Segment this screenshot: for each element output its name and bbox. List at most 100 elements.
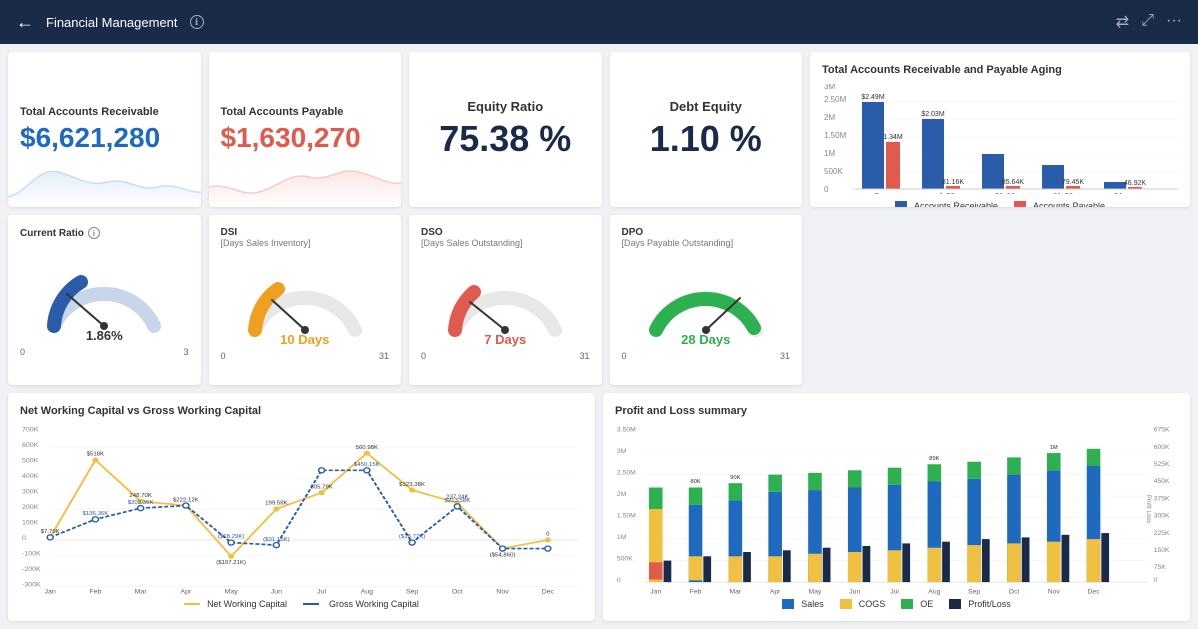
svg-text:Sep: Sep	[968, 589, 981, 595]
svg-text:400K: 400K	[22, 473, 39, 479]
svg-text:200K: 200K	[22, 504, 39, 510]
info-icon[interactable]: ℹ	[190, 15, 204, 29]
bar-130-ar	[922, 119, 944, 189]
gauge-dsi: DSI [Days Sales Inventory] 10 Days 0 31	[209, 215, 402, 385]
gauge-dpo-svg	[641, 260, 771, 340]
gauge-current-ratio: Current Ratio i 1.86% 0 3	[8, 215, 201, 385]
svg-text:$2.03M: $2.03M	[921, 111, 945, 118]
svg-text:75K: 75K	[1154, 565, 1167, 572]
svg-text:$2.49M: $2.49M	[861, 94, 885, 101]
gauge-dso-title: DSO	[421, 227, 443, 238]
kpi-ar-value: $6,621,280	[20, 122, 189, 154]
svg-text:85.64K: 85.64K	[1002, 179, 1025, 186]
svg-text:Jul: Jul	[317, 589, 327, 595]
bar-jan-oe	[649, 488, 663, 510]
aging-chart-card: Total Accounts Receivable and Payable Ag…	[810, 52, 1190, 207]
svg-text:700K: 700K	[22, 427, 39, 433]
bar-dec-oe	[1087, 449, 1101, 466]
svg-text:500K: 500K	[824, 167, 843, 176]
bar-jun-cogs	[848, 552, 862, 582]
svg-text:$213.58K: $213.58K	[444, 498, 470, 504]
gauge-dpo-value: 28 Days	[681, 332, 730, 347]
svg-text:$203.36K: $203.36K	[128, 500, 154, 506]
app-title: Financial Management	[46, 15, 178, 30]
svg-text:Mar: Mar	[730, 589, 743, 595]
aging-chart: 0 500K 1M 1.50M 2M 2.50M 3M $2.49M	[822, 84, 1178, 194]
gauge-dpo-range: 0 31	[622, 351, 791, 361]
svg-text:1.50M: 1.50M	[617, 513, 636, 520]
kpi-ar-title: Total Accounts Receivable	[20, 106, 189, 118]
svg-text:500K: 500K	[617, 556, 634, 563]
svg-text:2.50M: 2.50M	[824, 95, 847, 104]
kpi-equity-ratio: Equity Ratio 75.38 %	[409, 52, 602, 207]
svg-text:Nov: Nov	[1048, 589, 1061, 595]
legend-pl: Profit/Loss	[949, 599, 1011, 609]
gauge-dso-svg	[440, 260, 570, 340]
svg-text:150K: 150K	[1154, 547, 1171, 554]
svg-text:Nov: Nov	[496, 589, 509, 595]
svg-text:Dec: Dec	[542, 589, 555, 595]
bar-oct-oe	[1007, 457, 1021, 474]
bar-feb-oe	[689, 488, 703, 505]
kpi-debt-title: Debt Equity	[670, 99, 742, 114]
dashboard: Total Accounts Receivable $6,621,280 Tot…	[0, 44, 1198, 629]
svg-text:2.50M: 2.50M	[617, 470, 636, 477]
svg-text:$518K: $518K	[87, 452, 105, 458]
pnl-legend: Sales COGS OE Profit/Loss	[615, 599, 1178, 609]
row1: Total Accounts Receivable $6,621,280 Tot…	[8, 52, 1190, 207]
svg-text:248.70K: 248.70K	[129, 493, 152, 499]
svg-text:Aug: Aug	[928, 589, 941, 595]
legend-sales: Sales	[782, 599, 824, 609]
pnl-chart-area: 3.50M 3M 2.50M 2M 1.50M 1M 500K 0 675K 6…	[615, 423, 1178, 609]
svg-text:305.79K: 305.79K	[310, 485, 333, 491]
svg-text:-200K: -200K	[22, 566, 41, 572]
pnl-title: Profit and Loss summary	[615, 405, 1178, 417]
gauge-dso-subtitle: [Days Sales Outstanding]	[421, 238, 523, 248]
bar-mar-cogs	[729, 556, 743, 582]
bar-may-cogs	[808, 554, 822, 582]
svg-text:560.98K: 560.98K	[356, 445, 379, 451]
kpi-ap-value: $1,630,270	[221, 122, 390, 154]
expand-icon[interactable]: ⤢	[1141, 12, 1154, 32]
svg-text:May: May	[809, 589, 823, 595]
back-button[interactable]: ←	[16, 12, 34, 33]
gauge-dsi-subtitle: [Days Sales Inventory]	[221, 238, 311, 248]
svg-text:-300K: -300K	[22, 582, 41, 588]
legend-oe: OE	[901, 599, 933, 609]
row2: Current Ratio i 1.86% 0 3 DSI [	[8, 215, 1190, 385]
svg-text:Oct: Oct	[452, 589, 463, 595]
bar-aug-oe	[928, 464, 942, 481]
svg-text:Aug: Aug	[361, 589, 374, 595]
more-icon[interactable]: ···	[1166, 12, 1182, 32]
bar-aug-cogs	[928, 548, 942, 582]
nwc-legend: Net Working Capital Gross Working Capita…	[20, 599, 583, 609]
svg-text:1M: 1M	[1050, 445, 1059, 451]
row3: Net Working Capital vs Gross Working Cap…	[8, 393, 1190, 621]
svg-text:675K: 675K	[1154, 427, 1171, 434]
gauge-dso-range: 0 31	[421, 351, 590, 361]
svg-text:$323.38K: $323.38K	[399, 482, 425, 488]
svg-text:$222.12K: $222.12K	[173, 498, 199, 504]
nwc-line	[50, 453, 548, 556]
share-icon[interactable]: ⇄	[1116, 12, 1129, 32]
nwc-svg: 700K 600K 500K 400K 300K 200K 100K 0 -10…	[20, 423, 583, 595]
svg-text:375K: 375K	[1154, 496, 1171, 503]
bar-6190-ar	[1042, 165, 1064, 189]
gauge-cr-title: Current Ratio i	[20, 227, 100, 239]
svg-text:600K: 600K	[22, 442, 39, 448]
gauge-dsi-title: DSI	[221, 227, 238, 238]
svg-text:3M: 3M	[824, 84, 835, 91]
gauge-cr-svg	[39, 256, 169, 336]
svg-text:$136.36K: $136.36K	[82, 511, 108, 517]
cr-info-icon[interactable]: i	[88, 227, 100, 239]
legend-nwc: Net Working Capital	[184, 599, 287, 609]
svg-text:($18.77K): ($18.77K)	[399, 535, 426, 541]
svg-text:Apr: Apr	[770, 589, 781, 595]
gauge-dsi-svg	[240, 260, 370, 340]
gauge-dso-value: 7 Days	[484, 332, 526, 347]
svg-text:Profit Loss: Profit Loss	[1145, 495, 1152, 523]
bar-sep-cogs	[967, 545, 981, 582]
svg-text:81.16K: 81.16K	[942, 179, 965, 186]
gauge-dpo-subtitle: [Days Payable Outstanding]	[622, 238, 734, 248]
svg-text:91+: 91+	[1114, 192, 1128, 194]
